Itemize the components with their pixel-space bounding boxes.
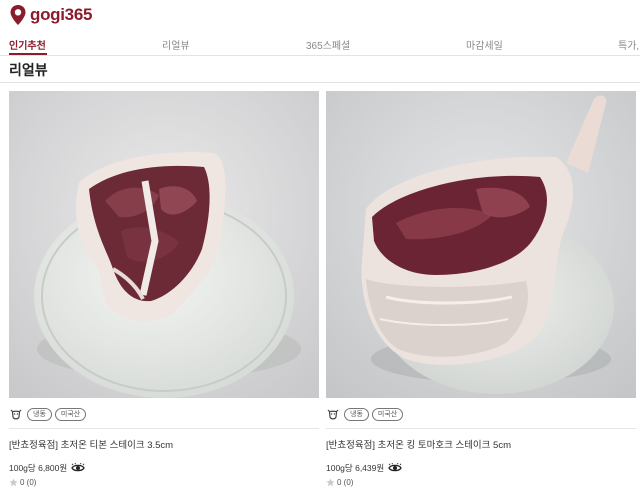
- app-header: gogi365: [0, 0, 640, 30]
- tab-365-special[interactable]: 365스페셜: [306, 37, 350, 52]
- logo[interactable]: gogi365: [9, 4, 92, 26]
- badge-origin: 미국산: [371, 407, 404, 421]
- card-divider: [326, 428, 636, 429]
- product-image[interactable]: [9, 91, 319, 398]
- tab-popular[interactable]: 인기추천: [9, 37, 46, 52]
- product-title[interactable]: [반쵸정육점] 초저온 킹 토마호크 스테이크 5cm: [326, 437, 636, 451]
- cow-icon: [327, 409, 339, 420]
- price-row: 100g당 6,439원: [326, 462, 636, 474]
- product-badges: 냉동 미국산: [9, 406, 319, 422]
- star-icon: [9, 478, 18, 487]
- product-card[interactable]: 냉동 미국산 [반쵸정육점] 초저온 킹 토마호크 스테이크 5cm 100g당…: [326, 91, 636, 487]
- product-image[interactable]: [326, 91, 636, 398]
- tabs-divider: [0, 55, 640, 56]
- location-pin-icon: [10, 5, 26, 25]
- badge-frozen: 냉동: [27, 407, 52, 421]
- product-badges: 냉동 미국산: [326, 406, 636, 422]
- eye-icon[interactable]: [71, 463, 85, 473]
- badge-origin: 미국산: [54, 407, 87, 421]
- category-tabs: 인기추천 리얼뷰 365스페셜 마감세일 특가,: [0, 30, 640, 56]
- product-price: 100g당 6,800원: [9, 463, 68, 473]
- product-title[interactable]: [반쵸정육점] 초저온 티본 스테이크 3.5cm: [9, 437, 319, 451]
- section-title: 리얼뷰: [9, 62, 48, 78]
- eye-icon[interactable]: [388, 463, 402, 473]
- rating-text: 0 (0): [337, 478, 354, 487]
- product-price: 100g당 6,439원: [326, 463, 385, 473]
- rating-row: 0 (0): [326, 478, 636, 487]
- rating-text: 0 (0): [20, 478, 37, 487]
- price-row: 100g당 6,800원: [9, 462, 319, 474]
- badge-frozen: 냉동: [344, 407, 369, 421]
- star-icon: [326, 478, 335, 487]
- product-card[interactable]: 냉동 미국산 [반쵸정육점] 초저온 티본 스테이크 3.5cm 100g당 6…: [9, 91, 319, 487]
- logo-text: gogi365: [30, 5, 93, 24]
- tab-special-price[interactable]: 특가,: [618, 37, 639, 52]
- rating-row: 0 (0): [9, 478, 319, 487]
- tab-realview[interactable]: 리얼뷰: [162, 37, 190, 52]
- section-divider: [0, 82, 640, 83]
- card-divider: [9, 428, 319, 429]
- cow-icon: [10, 409, 22, 420]
- tab-closing-sale[interactable]: 마감세일: [466, 37, 503, 52]
